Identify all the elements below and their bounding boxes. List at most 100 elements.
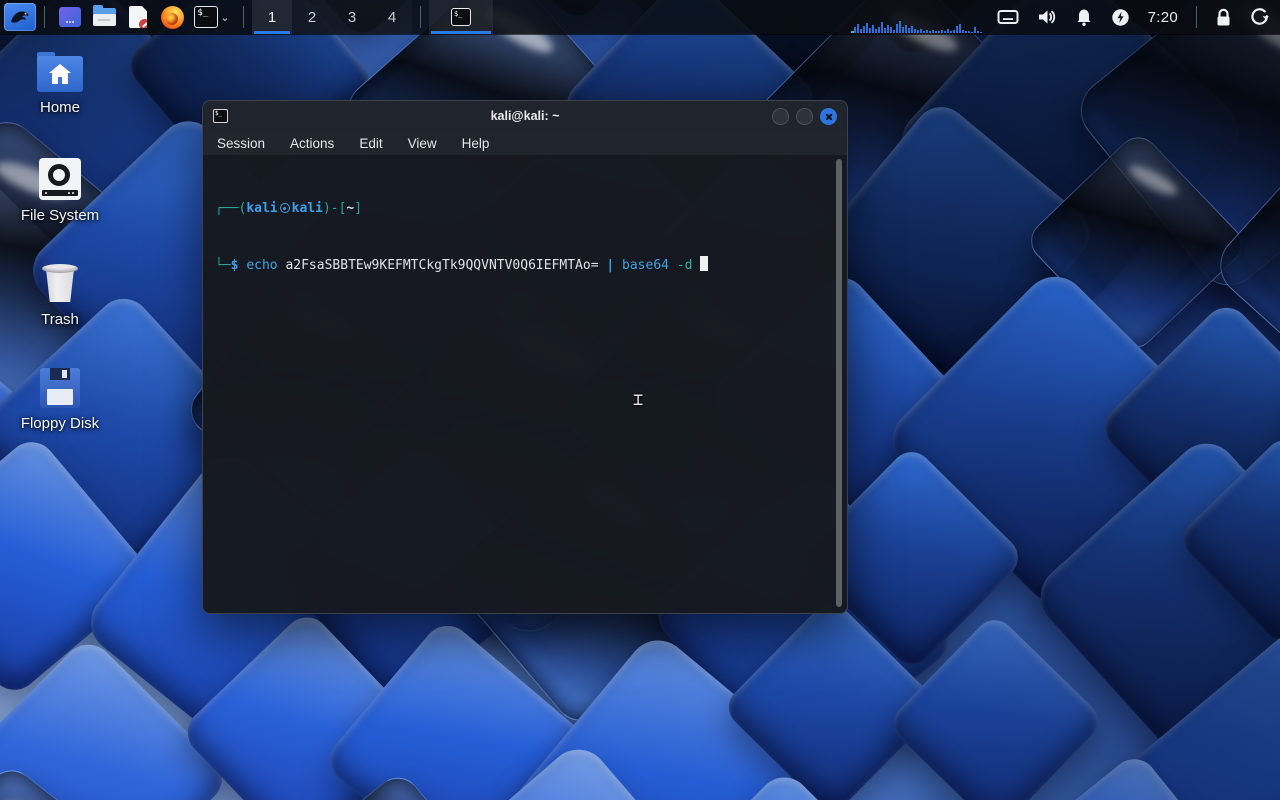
menu-view[interactable]: View (408, 136, 437, 151)
terminal-content[interactable]: ┌──(kalikali)-[~] └─$ echo a2FsaSBBTEw9K… (203, 156, 847, 613)
load-graph-bar (896, 24, 898, 33)
load-graph-bar (854, 27, 856, 33)
terminal-scrollbar[interactable] (836, 159, 842, 607)
load-graph-bar (893, 30, 895, 33)
launcher-file-manager[interactable] (90, 3, 118, 31)
keyboard-icon[interactable] (997, 8, 1019, 26)
load-graph-bar (899, 21, 901, 33)
panel-separator (1196, 6, 1197, 28)
clock[interactable]: 7:20 (1148, 9, 1178, 26)
load-graph-bar (929, 31, 931, 33)
close-button[interactable] (820, 108, 837, 125)
terminal-window-icon: $_ (213, 109, 228, 123)
prompt-line-2: └─$ echo a2FsaSBBTEw9KEFMTCkgTk9QQVNTV0Q… (215, 256, 835, 275)
folder-icon (93, 8, 116, 26)
home-folder-icon (37, 56, 83, 92)
load-graph-bar (902, 27, 904, 33)
menu-edit[interactable]: Edit (359, 136, 382, 151)
load-graph-bar (863, 26, 865, 33)
launcher-app-window[interactable] (56, 3, 84, 31)
notification-bell-icon[interactable] (1075, 8, 1093, 27)
prompt-line-1: ┌──(kalikali)-[~] (215, 199, 835, 218)
at-circle-glyph (280, 203, 290, 213)
load-graph-bar (923, 31, 925, 33)
panel-separator (44, 6, 45, 28)
load-graph-bar (950, 31, 952, 33)
load-graph-bar (890, 27, 892, 33)
load-graph-bar (938, 31, 940, 33)
load-graph-bar (968, 31, 970, 33)
desktop-icon-home[interactable]: Home (10, 56, 110, 116)
window-titlebar[interactable]: $_ kali@kali: ~ (203, 101, 847, 131)
desktop-icon-file-system[interactable]: File System (10, 158, 110, 224)
load-graph-bar (971, 32, 973, 33)
load-graph-bar (881, 22, 883, 33)
terminal-window: $_ kali@kali: ~ Session Actions Edit Vie… (202, 100, 848, 614)
system-load-graph[interactable] (851, 0, 987, 34)
launcher-firefox[interactable] (158, 3, 186, 31)
menu-actions[interactable]: Actions (290, 136, 334, 151)
floppy-disk-icon (40, 368, 80, 408)
desktop-screen: Home File System Trash Floppy Disk $_ ka… (0, 0, 1280, 800)
load-graph-bar (914, 29, 916, 33)
load-graph-bar (944, 31, 946, 33)
load-graph-bar (920, 29, 922, 33)
logout-icon[interactable] (1250, 7, 1270, 27)
taskbar-window-button[interactable]: $_ (429, 0, 493, 34)
load-graph-bar (947, 29, 949, 33)
load-graph-bar (941, 30, 943, 33)
window-menubar: Session Actions Edit View Help (203, 131, 847, 156)
mouse-cursor-ibeam: ⌶ (633, 390, 643, 410)
load-graph-bar (869, 28, 871, 33)
load-graph-bar (980, 32, 982, 33)
terminal-cursor (700, 256, 708, 271)
load-graph-bar (977, 31, 979, 33)
load-graph-bar (857, 24, 859, 33)
scrollbar-thumb[interactable] (836, 159, 842, 607)
menu-help[interactable]: Help (462, 136, 490, 151)
load-graph-bar (932, 30, 934, 33)
desktop-icon-label: Home (40, 99, 80, 116)
workspace-2[interactable]: 2 (292, 0, 332, 34)
chevron-down-icon[interactable]: ⌄ (220, 11, 229, 24)
panel-separator (243, 6, 244, 28)
applications-menu-button[interactable] (4, 3, 36, 31)
load-graph-bar (974, 27, 976, 33)
kali-dragon-icon (9, 7, 31, 27)
menu-session[interactable]: Session (217, 136, 265, 151)
desktop-icon-trash[interactable]: Trash (10, 262, 110, 328)
desktop-icon-floppy-disk[interactable]: Floppy Disk (10, 368, 110, 432)
terminal-icon: $_ (451, 8, 471, 26)
load-graph-bar (965, 31, 967, 33)
workspace-4[interactable]: 4 (372, 0, 412, 34)
trash-bin-icon (40, 262, 80, 304)
volume-icon[interactable] (1037, 8, 1057, 26)
panel-separator (420, 6, 421, 28)
load-graph-bar (917, 30, 919, 33)
launcher-terminal[interactable]: $_ ⌄ (192, 3, 232, 31)
minimize-button[interactable] (772, 108, 789, 125)
load-graph-bar (908, 28, 910, 33)
load-graph-bar (905, 25, 907, 33)
firefox-icon (161, 6, 184, 29)
desktop-icon-label: Trash (41, 311, 79, 328)
load-graph-bar (953, 30, 955, 33)
load-graph-bar (935, 31, 937, 33)
edit-badge-icon (139, 19, 150, 30)
document-icon (129, 6, 147, 28)
load-graph-bar (887, 25, 889, 33)
load-graph-bar (911, 26, 913, 33)
load-graph-bar (884, 28, 886, 33)
load-graph-bar (962, 30, 964, 33)
load-graph-bar (926, 30, 928, 33)
workspace-1[interactable]: 1 (252, 0, 292, 34)
workspace-3[interactable]: 3 (332, 0, 372, 34)
launcher-text-editor[interactable] (124, 3, 152, 31)
lock-screen-icon[interactable] (1215, 8, 1232, 27)
load-graph-bar (959, 24, 961, 33)
hard-disk-icon (39, 158, 81, 200)
app-window-icon (59, 7, 81, 27)
maximize-button[interactable] (796, 108, 813, 125)
power-manager-icon[interactable] (1111, 8, 1130, 27)
load-graph-bar (875, 29, 877, 33)
